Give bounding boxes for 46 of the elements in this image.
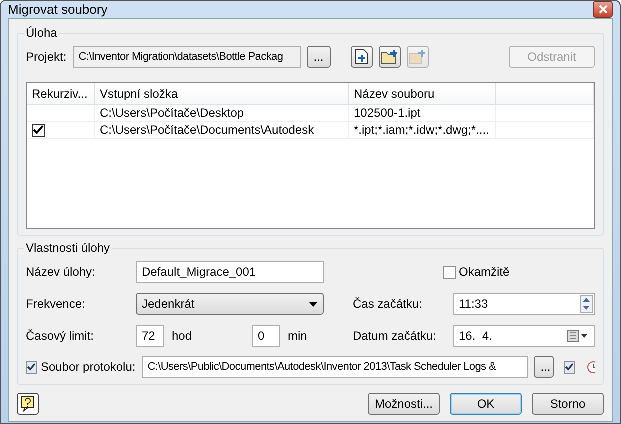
table-cell: C:\Users\Počítače\Desktop bbox=[95, 105, 349, 122]
group-legend: Úloha bbox=[24, 26, 60, 40]
minutes-field[interactable]: 0 bbox=[252, 325, 280, 347]
log-file-checkbox[interactable] bbox=[26, 360, 37, 374]
unit-label: min bbox=[288, 329, 308, 343]
unit-label: hod bbox=[172, 329, 194, 343]
field-label: Frekvence: bbox=[26, 297, 86, 311]
start-time-field[interactable]: 11:33 bbox=[453, 293, 595, 315]
table-cell: *.ipt;*.iam;*.idw;*.dwg;*.... bbox=[349, 122, 496, 139]
log-option-checkbox[interactable] bbox=[564, 360, 575, 374]
project-field[interactable]: C:\Inventor Migration\datasets\Bottle Packag bbox=[72, 46, 301, 68]
checkbox[interactable] bbox=[32, 124, 45, 136]
column-header[interactable]: Rekurziv... bbox=[27, 83, 95, 105]
field-label: Datum začátku: bbox=[353, 329, 438, 343]
field-label: Projekt: bbox=[26, 50, 67, 64]
dialog-button[interactable]: Storno bbox=[532, 393, 604, 415]
hours-field[interactable]: 72 bbox=[136, 325, 164, 347]
close-button[interactable] bbox=[593, 1, 613, 18]
field-label: Čas začátku: bbox=[353, 297, 424, 311]
dialog-button[interactable]: Možnosti... bbox=[368, 393, 440, 415]
field-label: Název úlohy: bbox=[26, 265, 96, 279]
add-folder-icon[interactable] bbox=[378, 46, 401, 68]
checkbox-label: Okamžitě bbox=[459, 265, 510, 279]
group-legend: Vlastnosti úlohy bbox=[24, 241, 112, 255]
log-file-field[interactable]: C:\Users\Public\Documents\Autodesk\Inventor 2013\Task Scheduler Logs & bbox=[142, 356, 528, 378]
table-cell: C:\Users\Počítače\Documents\Autodesk bbox=[95, 122, 349, 139]
spinner-icon[interactable] bbox=[580, 295, 593, 313]
immediate-checkbox[interactable] bbox=[443, 266, 456, 278]
column-header[interactable]: Název souboru bbox=[349, 83, 496, 105]
dropdown-arrow-icon bbox=[309, 302, 318, 306]
window-title: Migrovat soubory bbox=[8, 2, 108, 17]
new-file-icon[interactable] bbox=[350, 46, 373, 68]
browse-button[interactable]: ... bbox=[306, 46, 331, 68]
dialog-button[interactable]: OK bbox=[450, 393, 522, 415]
table-cell: 102500-1.ipt bbox=[349, 105, 496, 122]
clock-icon[interactable] bbox=[586, 360, 596, 374]
frequency-dropdown[interactable]: Jedenkrát bbox=[136, 293, 324, 315]
calendar-icon[interactable] bbox=[567, 330, 589, 342]
help-icon[interactable] bbox=[17, 393, 39, 415]
task-name-field[interactable]: Default_Migrace_001 bbox=[136, 261, 324, 283]
checkbox-label: Soubor protokolu: bbox=[41, 360, 136, 374]
close-icon bbox=[598, 5, 608, 14]
column-header[interactable]: Vstupní složka bbox=[95, 83, 349, 105]
browse-button[interactable]: ... bbox=[534, 356, 554, 378]
start-date-field[interactable]: 16. 4. bbox=[453, 325, 595, 347]
field-label: Časový limit: bbox=[26, 329, 96, 343]
